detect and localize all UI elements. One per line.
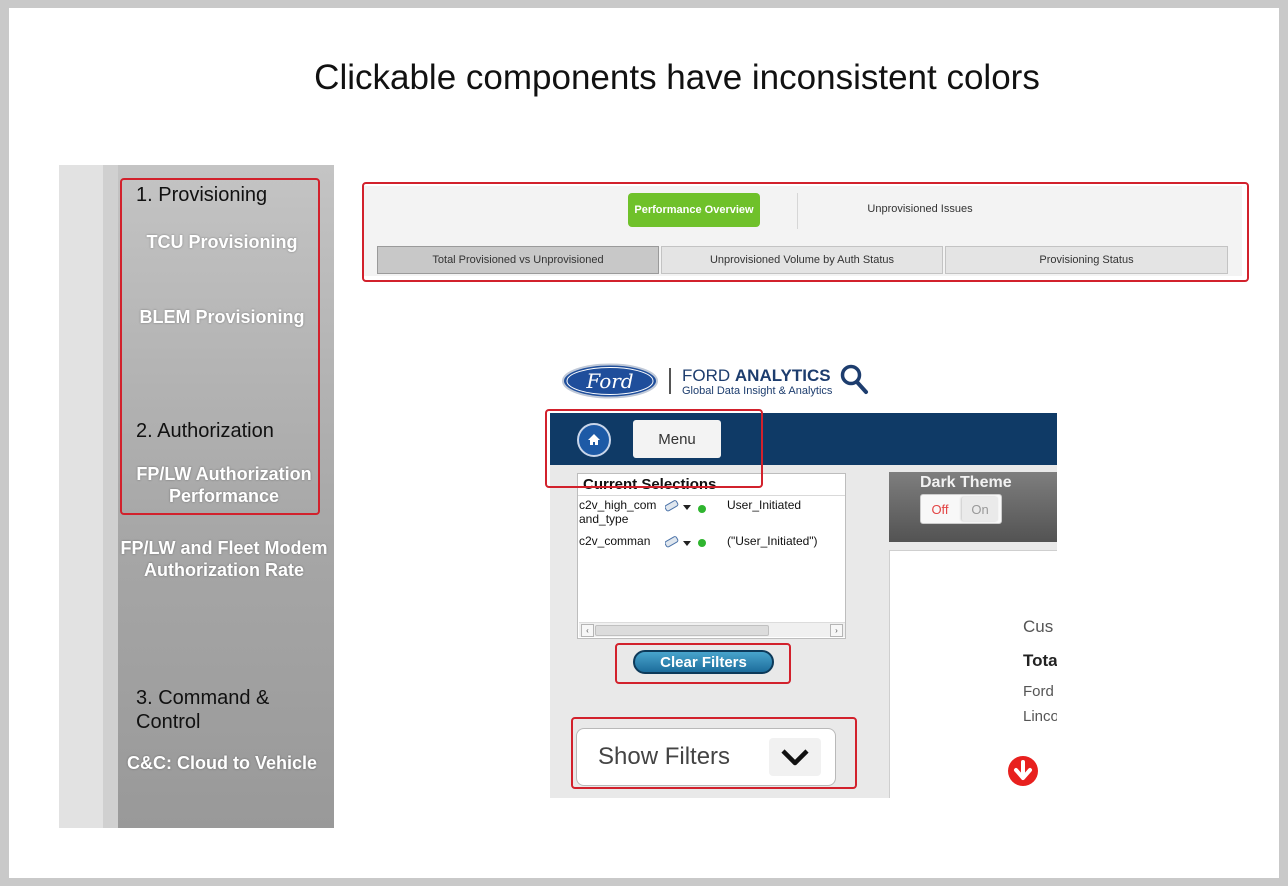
green-status-icon [698,539,706,547]
sidebar-item-cc-cloud-to-vehicle[interactable]: C&C: Cloud to Vehicle [122,752,322,774]
highlight-box-clear-filters [615,643,791,684]
sidebar-item-fplw-fleet-auth-rate[interactable]: FP/LW and Fleet Modem Authorization Rate [119,537,329,581]
highlight-box-tabs [362,182,1249,282]
selection-field: c2v_comman [579,534,665,548]
scroll-thumb[interactable] [595,625,769,636]
content-line-1: Cus [1023,617,1054,636]
selection-row[interactable]: c2v_high_com and_type User_Initiated [578,498,845,530]
scroll-left-icon[interactable]: ‹ [581,624,594,637]
highlight-box-menu [545,409,763,488]
brand-prefix: FORD [682,366,731,385]
cs-divider [578,495,845,496]
selection-icons[interactable] [665,500,709,514]
dropdown-caret-icon [683,541,691,546]
horizontal-scrollbar[interactable]: ‹ › [579,622,845,637]
ford-logo-text: Ford [585,369,633,393]
content-line-2: Tota [1023,651,1057,670]
content-panel: Cus Tota Ford Linco [889,550,1057,798]
selection-row[interactable]: c2v_comman ("User_Initiated") [578,534,845,550]
eraser-icon [665,500,679,512]
sidebar-strip-inner [103,165,118,828]
header-divider [669,368,671,394]
selection-field: c2v_high_com and_type [579,498,665,526]
selection-field-line1: c2v_comman [579,534,651,548]
selection-icons[interactable] [665,536,709,550]
selection-value: ("User_Initiated") [727,534,818,548]
search-icon [840,364,868,394]
slide-title: Clickable components have inconsistent c… [314,58,1040,97]
content-line-3: Ford [1023,683,1054,700]
dropdown-caret-icon [683,505,691,510]
green-status-icon [698,505,706,513]
toggle-off-option[interactable]: Off [921,495,959,523]
highlight-box-sidebar [120,178,320,515]
current-selections-panel: Current Selections c2v_high_com and_type… [577,473,846,639]
eraser-icon [665,536,679,548]
brand-title: FORD ANALYTICS [682,366,831,386]
scroll-right-icon[interactable]: › [830,624,843,637]
dark-theme-label: Dark Theme [920,474,1012,491]
selection-field-line2: and_type [579,512,629,526]
brand-bold: ANALYTICS [734,366,831,385]
sidebar-strip [59,165,103,828]
brand-tagline: Global Data Insight & Analytics [682,385,833,397]
content-line-4: Linco [1023,708,1057,725]
ford-logo: Ford [562,363,658,399]
highlight-box-show-filters [571,717,857,789]
arrow-down-icon [1008,756,1038,786]
dark-theme-panel: Dark Theme Off On [889,472,1057,542]
dark-theme-toggle[interactable]: Off On [920,494,1002,524]
toggle-on-option[interactable]: On [962,497,998,521]
selection-value: User_Initiated [727,498,802,512]
sidebar-section-command-control: 3. Command & Control [136,687,270,733]
selection-field-line1: c2v_high_com [579,498,657,512]
